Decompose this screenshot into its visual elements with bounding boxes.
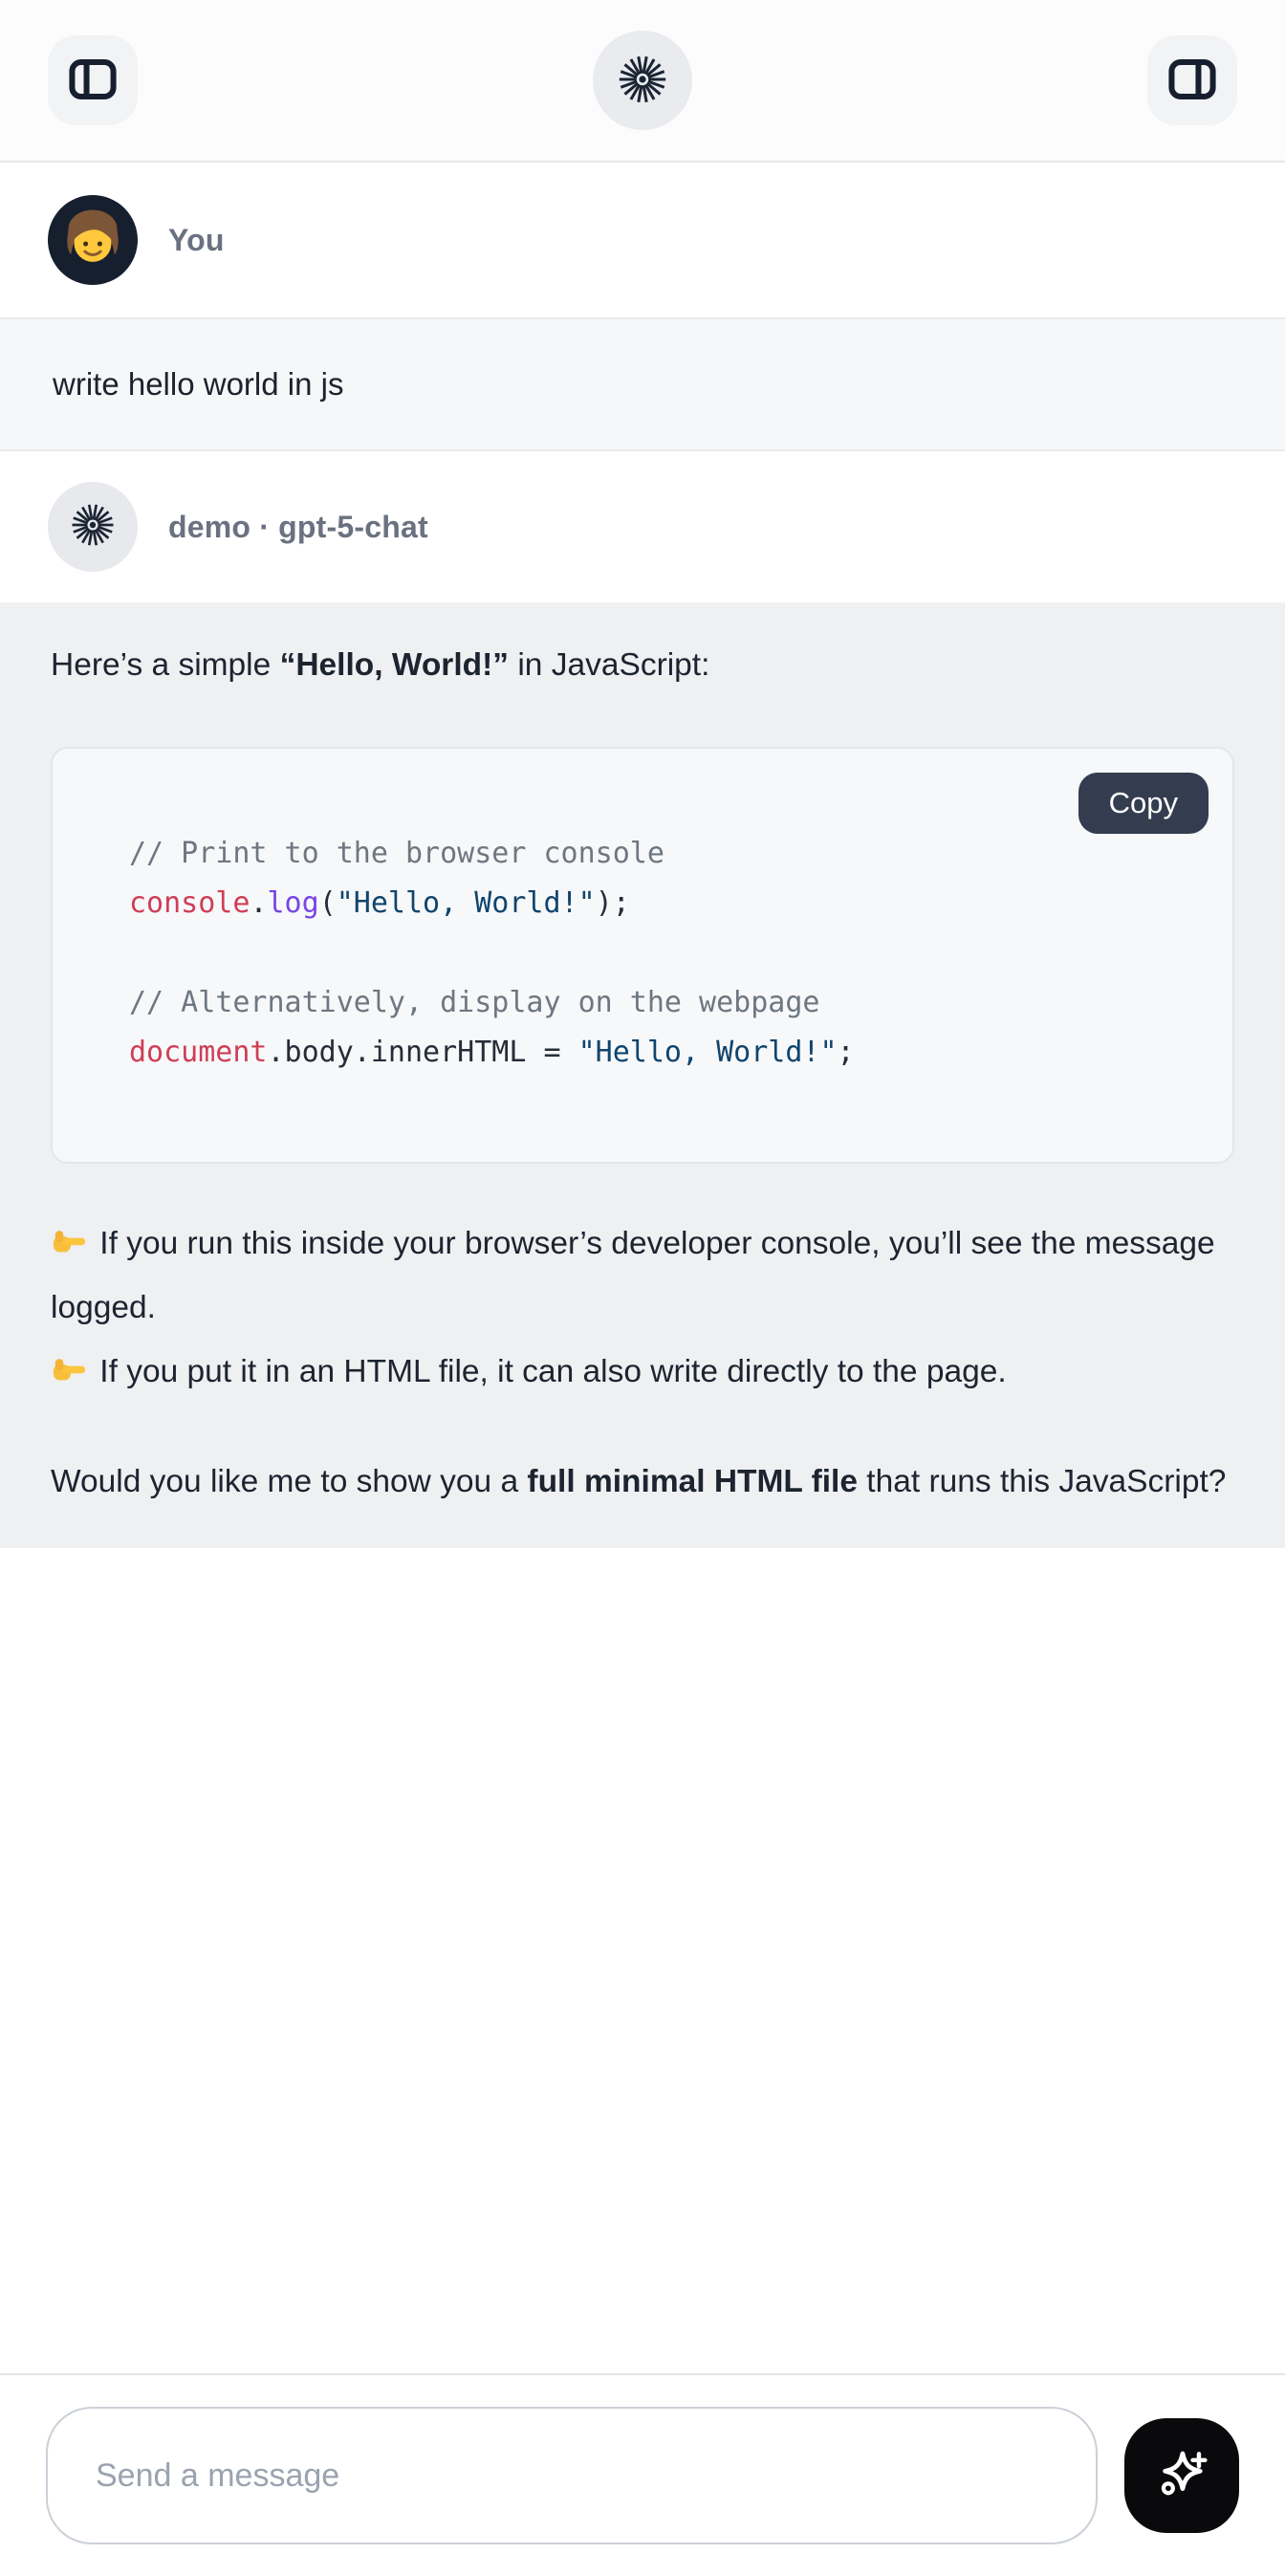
code-content: // Print to the browser consoleconsole.l… <box>129 829 1194 1078</box>
model-label: demo · gpt-5-chat <box>168 510 428 545</box>
assistant-avatar <box>48 482 138 572</box>
assistant-question-text: Would you like me to show you a full min… <box>51 1450 1234 1514</box>
pointing-right-icon <box>51 1212 91 1276</box>
sidebar-toggle-button[interactable] <box>48 35 138 125</box>
copy-button[interactable]: Copy <box>1078 773 1209 834</box>
message-input[interactable] <box>46 2407 1098 2544</box>
starburst-icon <box>70 502 116 553</box>
pointing-right-icon <box>51 1340 91 1404</box>
send-button[interactable] <box>1124 2418 1239 2533</box>
user-message: write hello world in js <box>0 317 1285 451</box>
assistant-message-header: demo · gpt-5-chat <box>0 451 1285 602</box>
empty-chat-space <box>0 1548 1285 2373</box>
code-block: Copy // Print to the browser consolecons… <box>51 747 1234 1164</box>
assistant-followup-text: If you run this inside your browser’s de… <box>51 1212 1234 1404</box>
assistant-intro-text: Here’s a simple “Hello, World!” in JavaS… <box>51 633 1234 697</box>
model-logo-button[interactable] <box>593 31 692 130</box>
code-line: // Alternatively, display on the webpage <box>129 978 1194 1028</box>
user-message-text: write hello world in js <box>53 366 343 403</box>
chat-thread: You write hello world in js demo · gpt-5… <box>0 163 1285 2373</box>
sparkles-icon <box>1150 2443 1213 2509</box>
code-line: // Print to the browser console <box>129 829 1194 879</box>
chat-app: You write hello world in js demo · gpt-5… <box>0 0 1285 2576</box>
panel-toggle-button[interactable] <box>1147 35 1237 125</box>
assistant-message: Here’s a simple “Hello, World!” in JavaS… <box>0 602 1285 1548</box>
panel-left-icon <box>68 57 118 104</box>
user-author-label: You <box>168 223 225 258</box>
user-message-header: You <box>0 163 1285 317</box>
code-line <box>129 928 1194 978</box>
panel-right-icon <box>1167 57 1217 104</box>
starburst-icon <box>617 54 668 108</box>
person-emoji-icon <box>52 197 134 284</box>
composer-bar <box>0 2373 1285 2576</box>
code-line: console.log("Hello, World!"); <box>129 879 1194 928</box>
code-line: document.body.innerHTML = "Hello, World!… <box>129 1028 1194 1078</box>
user-avatar <box>48 195 138 285</box>
top-bar <box>0 0 1285 163</box>
